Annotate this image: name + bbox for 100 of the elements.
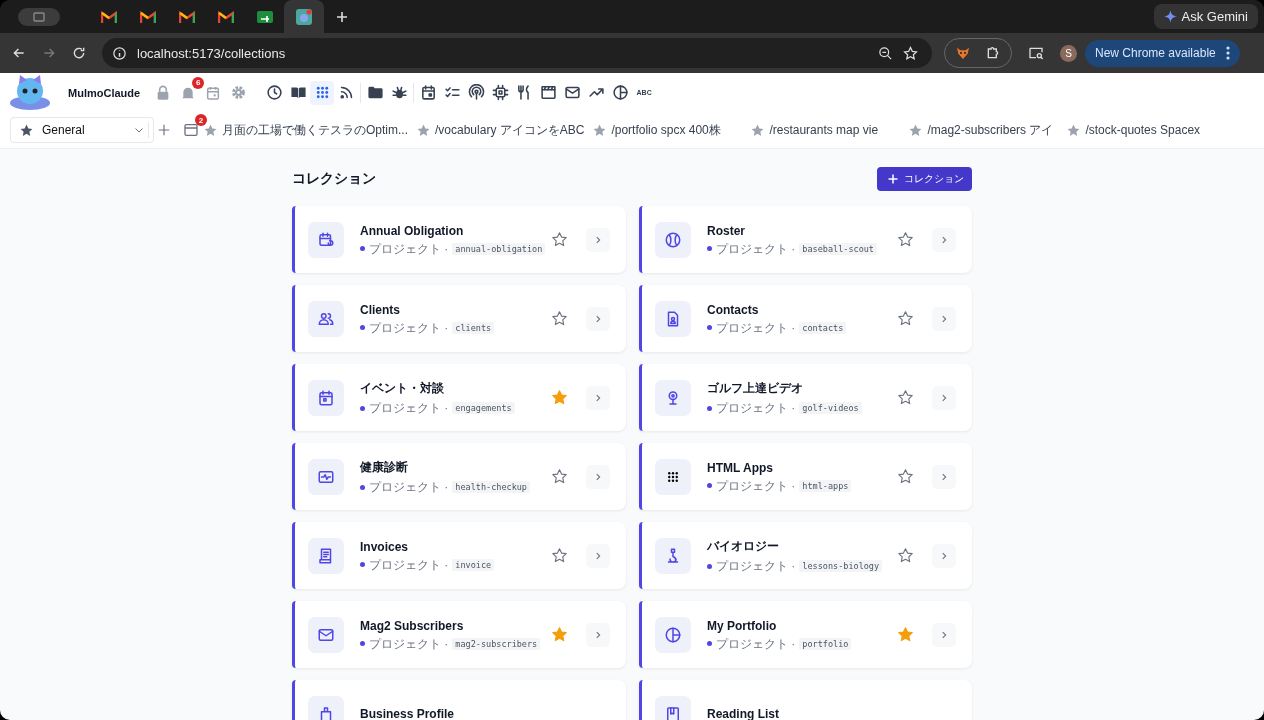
slug-tag: html-apps xyxy=(799,479,852,492)
collection-card[interactable]: Clients プロジェクト · clients xyxy=(292,285,626,352)
collection-card[interactable]: HTML Apps プロジェクト · html-apps xyxy=(639,443,972,510)
puzzle-icon[interactable] xyxy=(985,45,1001,61)
slug-tag: lessons-biology xyxy=(799,560,883,572)
plus-icon xyxy=(887,173,899,185)
calendar-icon xyxy=(419,84,437,101)
favorite-star-icon[interactable] xyxy=(897,626,914,643)
slug-tag: mag2-subscribers xyxy=(452,637,541,650)
browser-tab[interactable] xyxy=(284,0,324,33)
collection-title: HTML Apps xyxy=(707,460,774,475)
clock-icon xyxy=(265,84,283,101)
collection-card[interactable]: Roster プロジェクト · baseball-scout xyxy=(639,206,972,273)
pie-chart-icon xyxy=(664,625,682,644)
address-bar[interactable]: localhost:5173/collections xyxy=(102,38,932,68)
chevron-right-icon xyxy=(593,629,603,640)
favorite-star-icon[interactable] xyxy=(897,310,914,327)
update-button[interactable]: New Chrome available xyxy=(1085,39,1240,67)
status-dot xyxy=(707,405,712,411)
favorite-star-icon[interactable] xyxy=(551,547,568,564)
slug-tag: contacts xyxy=(799,321,847,334)
shortcut-link[interactable]: /portfolio spcx 400株 xyxy=(592,122,743,138)
ask-gemini-button[interactable]: Ask Gemini xyxy=(1153,4,1258,29)
collection-card[interactable]: Annual Obligation プロジェクト · annual-obligation xyxy=(292,206,626,273)
collection-title: Invoices xyxy=(360,539,410,554)
profile-avatar[interactable]: S xyxy=(1060,44,1077,62)
collection-card[interactable]: Business Profile xyxy=(292,680,626,720)
type-label: プロジェクト · xyxy=(369,636,449,651)
favorite-star-icon[interactable] xyxy=(551,231,568,248)
collection-title: Roster xyxy=(707,223,746,238)
shortcut-link[interactable]: /vocabulary アイコンをABC xyxy=(416,122,585,138)
chip-icon xyxy=(491,84,509,101)
collection-card[interactable]: Mag2 Subscribers プロジェクト · mag2-subscribers xyxy=(292,601,626,668)
collection-card[interactable]: イベント・対談 プロジェクト · engagements xyxy=(292,364,626,431)
more-icon xyxy=(1225,46,1230,60)
bug-icon xyxy=(390,84,408,101)
collection-title: My Portfolio xyxy=(707,618,778,633)
type-label: プロジェクト · xyxy=(716,401,796,415)
status-dot xyxy=(707,325,712,330)
collection-title: ゴルフ上達ビデオ xyxy=(707,380,804,397)
slug-tag: clients xyxy=(452,321,495,334)
type-label: プロジェクト · xyxy=(369,320,449,335)
grid-button[interactable] xyxy=(310,80,335,105)
zoom-icon[interactable] xyxy=(878,45,893,61)
collection-card[interactable]: Invoices プロジェクト · invoice xyxy=(292,522,626,589)
forward-icon[interactable] xyxy=(42,46,56,60)
calendar-icon[interactable] xyxy=(205,84,222,101)
tab-search-icon[interactable] xyxy=(1028,45,1044,61)
fox-icon[interactable] xyxy=(955,45,971,61)
info-icon xyxy=(112,45,127,61)
collection-title: 健康診断 xyxy=(360,459,409,476)
favorite-star-icon[interactable] xyxy=(897,547,914,564)
new-tab-icon[interactable] xyxy=(336,10,348,23)
favorite-star-icon[interactable] xyxy=(551,626,568,643)
mail-icon xyxy=(563,84,581,101)
workspace-dropdown[interactable]: General xyxy=(10,117,154,143)
collection-card[interactable]: My Portfolio プロジェクト · portfolio xyxy=(639,601,972,668)
settings-icon[interactable] xyxy=(230,84,248,101)
favorite-star-icon[interactable] xyxy=(897,468,914,485)
chevron-right-icon xyxy=(939,471,949,482)
shortcut-link[interactable]: /restaurants map vie xyxy=(750,122,901,138)
reload-icon[interactable] xyxy=(72,46,86,60)
status-dot xyxy=(360,641,365,646)
collection-card[interactable]: ゴルフ上達ビデオ プロジェクト · golf-videos xyxy=(639,364,972,431)
collection-card[interactable]: 健康診断 プロジェクト · health-checkup xyxy=(292,443,626,510)
collection-card[interactable]: Reading List xyxy=(639,680,972,720)
chevron-right-icon xyxy=(593,471,603,482)
collection-card[interactable]: バイオロジー プロジェクト · lessons-biology xyxy=(639,522,972,589)
favorite-star-icon[interactable] xyxy=(551,468,568,485)
baseball-icon xyxy=(664,230,682,249)
chevron-right-icon xyxy=(593,234,603,245)
chevron-right-icon xyxy=(593,313,603,324)
favorite-star-icon[interactable] xyxy=(551,389,568,406)
collection-title: Clients xyxy=(360,302,401,317)
chevron-right-icon xyxy=(593,392,603,403)
bookmark-star-icon[interactable] xyxy=(903,45,918,61)
new-collection-button[interactable]: コレクション xyxy=(877,167,972,191)
collection-card[interactable]: Contacts プロジェクト · contacts xyxy=(639,285,972,352)
favorite-star-icon[interactable] xyxy=(897,231,914,248)
star-icon xyxy=(416,122,431,138)
favorite-star-icon[interactable] xyxy=(551,310,568,327)
chevron-right-icon xyxy=(939,392,949,403)
status-dot xyxy=(707,641,712,646)
type-label: プロジェクト · xyxy=(716,636,796,651)
shortcut-link[interactable]: /mag2-subscribers アイ xyxy=(908,122,1059,138)
shortcut-link[interactable]: /stock-quotes Spacex xyxy=(1066,122,1217,138)
status-dot xyxy=(360,484,365,490)
app-favicon-icon xyxy=(296,8,312,25)
type-label: プロジェクト · xyxy=(369,557,449,572)
back-icon[interactable] xyxy=(12,46,26,60)
window-icon[interactable] xyxy=(183,122,199,138)
mail-m-icon xyxy=(100,10,117,23)
favorite-star-icon[interactable] xyxy=(897,389,914,406)
broadcast-icon xyxy=(467,84,485,101)
mail-m-icon xyxy=(217,10,234,23)
type-label: プロジェクト · xyxy=(716,320,796,335)
rss-icon xyxy=(337,84,355,101)
type-label: プロジェクト · xyxy=(716,478,796,493)
app-name: MulmoClaude xyxy=(68,86,141,99)
star-icon xyxy=(203,122,218,138)
